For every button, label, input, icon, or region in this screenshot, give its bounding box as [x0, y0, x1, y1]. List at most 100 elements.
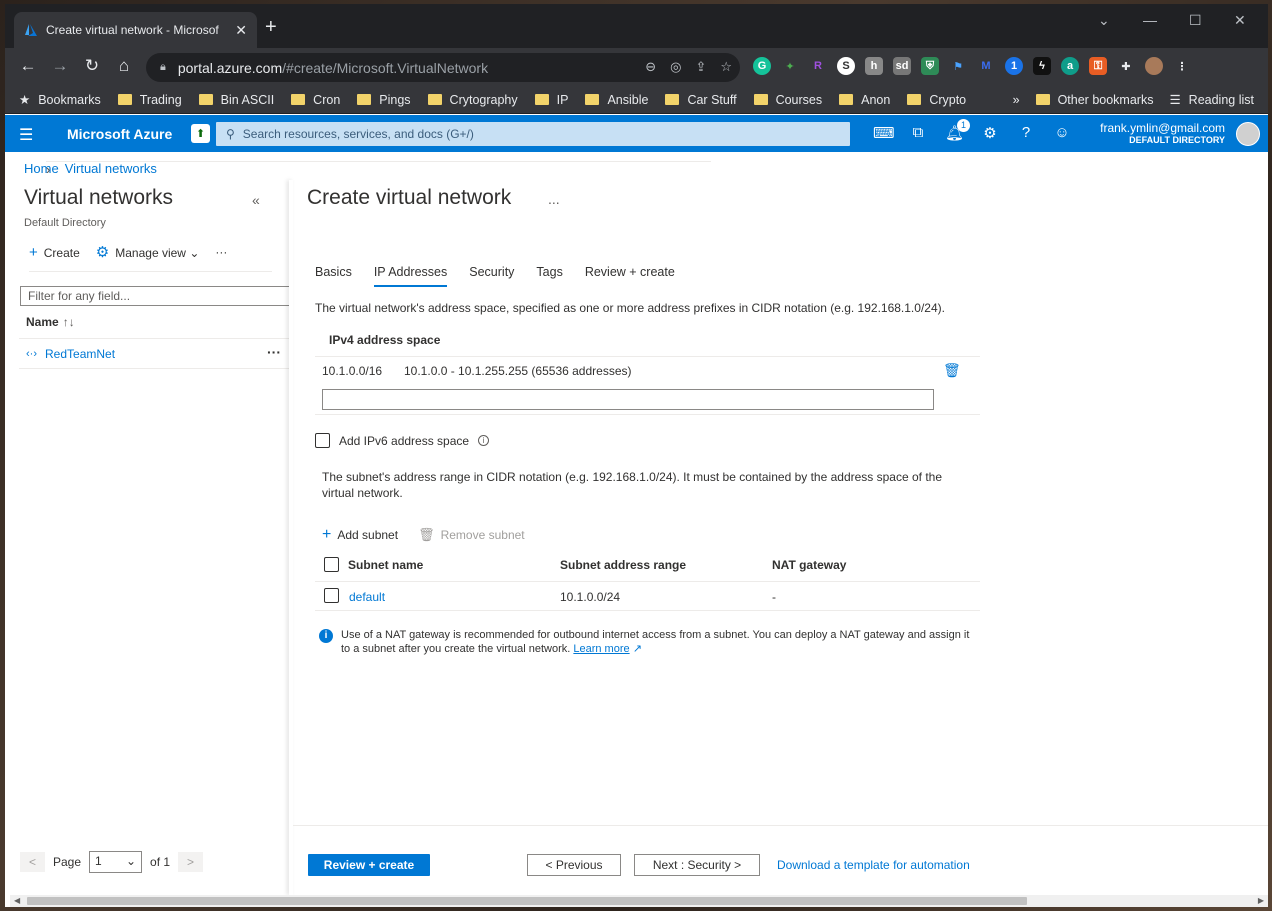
settings-gear-icon[interactable]: ⚙: [981, 124, 999, 142]
chevron-down-icon[interactable]: ⌄: [1098, 12, 1110, 29]
bookmark-item[interactable]: ★ Bookmarks: [19, 92, 101, 108]
bird-extension-icon[interactable]: ✦: [781, 57, 799, 75]
notifications-icon[interactable]: 🔔︎ 1: [945, 119, 970, 142]
address-bar[interactable]: 🔒︎ portal.azure.com /#create/Microsoft.V…: [146, 53, 740, 82]
collapse-icon[interactable]: «: [252, 192, 260, 208]
manage-view-button[interactable]: ⚙ Manage view ⌄: [96, 243, 200, 261]
tab-review-create[interactable]: Review + create: [585, 265, 675, 287]
r-extension-icon[interactable]: R: [809, 57, 827, 75]
s-extension-icon[interactable]: S: [837, 57, 855, 75]
feedback-icon[interactable]: ☺: [1053, 124, 1071, 142]
bookmark-folder[interactable]: IP: [534, 93, 568, 107]
h-extension-icon[interactable]: h: [865, 57, 883, 75]
bookmark-folder[interactable]: Courses: [753, 93, 822, 107]
bookmarks-overflow[interactable]: »: [1013, 93, 1020, 107]
prev-page-button[interactable]: <: [20, 852, 45, 872]
ipv6-checkbox[interactable]: [315, 433, 330, 448]
bookmark-folder[interactable]: Bin ASCII: [198, 93, 274, 107]
cloud-shell-icon[interactable]: ⌨: [873, 124, 895, 142]
tab-basics[interactable]: Basics: [315, 265, 352, 287]
bookmark-folder[interactable]: Anon: [839, 93, 890, 107]
create-button[interactable]: + Create: [29, 244, 80, 261]
bookmark-folder[interactable]: Ansible: [585, 93, 648, 107]
new-tab-icon[interactable]: +: [265, 16, 277, 39]
add-subnet-button[interactable]: + Add subnet: [322, 526, 398, 544]
learn-more-link[interactable]: Learn more: [573, 643, 629, 655]
hamburger-menu-icon[interactable]: ☰: [19, 125, 33, 145]
chevron-down-icon: ⌄: [189, 246, 200, 260]
share-icon[interactable]: ⇪: [695, 59, 706, 75]
sd-extension-icon[interactable]: sd: [893, 57, 911, 75]
subnet-name-link[interactable]: default: [349, 590, 385, 604]
row-more-icon[interactable]: ···: [267, 344, 281, 360]
tab-ip-addresses[interactable]: IP Addresses: [373, 265, 448, 287]
list-item[interactable]: ‹·› RedTeamNet: [26, 347, 115, 361]
other-bookmarks[interactable]: Other bookmarks: [1035, 93, 1153, 107]
remove-subnet-button[interactable]: 🗑︎ Remove subnet: [418, 527, 525, 543]
bolt-extension-icon[interactable]: ϟ: [1033, 57, 1051, 75]
review-create-button[interactable]: Review + create: [308, 854, 430, 876]
forward-icon[interactable]: →: [49, 56, 71, 76]
horizontal-scrollbar[interactable]: ◀ ▶: [10, 895, 1268, 907]
bookmark-folder[interactable]: Cron: [291, 93, 340, 107]
m-extension-icon[interactable]: M: [977, 57, 995, 75]
new-address-space-input[interactable]: [322, 389, 934, 410]
vnet-name-link[interactable]: RedTeamNet: [45, 347, 115, 361]
sort-icon: ↑↓: [62, 315, 75, 329]
row-checkbox[interactable]: [324, 588, 339, 603]
home-icon[interactable]: ⌂: [113, 56, 135, 76]
directory-filter-icon[interactable]: ⧉: [909, 124, 927, 142]
next-security-button[interactable]: Next : Security >: [634, 854, 760, 876]
next-page-button[interactable]: >: [178, 852, 204, 872]
help-icon[interactable]: ?: [1017, 124, 1035, 142]
bookmark-folder[interactable]: Crypto: [907, 93, 966, 107]
tracking-off-icon[interactable]: ◎: [670, 59, 681, 75]
select-all-checkbox[interactable]: [324, 557, 339, 572]
minimize-icon[interactable]: —: [1143, 12, 1157, 28]
previous-button[interactable]: < Previous: [527, 854, 621, 876]
page-select[interactable]: 1 ⌄: [89, 851, 143, 873]
tab-tags[interactable]: Tags: [536, 265, 562, 287]
shield-extension-icon[interactable]: ⛨: [921, 57, 939, 75]
back-icon[interactable]: ←: [17, 56, 39, 76]
reading-list[interactable]: ☰ Reading list: [1169, 92, 1254, 108]
profile-avatar[interactable]: [1145, 57, 1163, 75]
star-icon[interactable]: ☆: [720, 59, 732, 75]
tab-security[interactable]: Security: [469, 265, 514, 287]
folder-icon: [753, 94, 768, 105]
global-search-input[interactable]: ⚲ Search resources, services, and docs (…: [216, 122, 850, 146]
account-menu[interactable]: frank.ymlin@gmail.com DEFAULT DIRECTORY: [1100, 121, 1225, 145]
a-extension-icon[interactable]: a: [1061, 57, 1079, 75]
close-tab-icon[interactable]: ✕: [235, 22, 247, 39]
puzzle-icon[interactable]: ✚: [1117, 57, 1135, 75]
bookmark-folder[interactable]: Trading: [117, 93, 182, 107]
browser-tab[interactable]: Create virtual network - Microsof ✕: [14, 12, 257, 48]
reload-icon[interactable]: ↻: [81, 56, 103, 76]
more-options-icon[interactable]: ...: [548, 191, 560, 207]
azure-brand[interactable]: Microsoft Azure: [67, 126, 172, 142]
scrollbar-thumb[interactable]: [27, 897, 1027, 905]
info-icon[interactable]: i: [478, 435, 490, 446]
close-window-icon[interactable]: ✕: [1234, 12, 1246, 29]
grammarly-extension-icon[interactable]: G: [753, 57, 771, 75]
password-extension-icon[interactable]: 1: [1005, 57, 1023, 75]
bookmark-folder[interactable]: Car Stuff: [665, 93, 737, 107]
folder-icon: [198, 94, 213, 105]
bookmark-folder[interactable]: Pings: [357, 93, 411, 107]
download-template-link[interactable]: Download a template for automation: [777, 858, 970, 872]
tab-strip: Create virtual network - Microsof ✕ + ⌄ …: [5, 4, 1268, 48]
bookmark-folder[interactable]: Crytography: [427, 93, 518, 107]
filter-input[interactable]: Filter for any field...: [20, 286, 290, 306]
more-options-icon[interactable]: ···: [215, 245, 227, 259]
maximize-icon[interactable]: ☐: [1189, 12, 1202, 29]
scroll-left-icon[interactable]: ◀: [14, 895, 20, 907]
zoom-icon[interactable]: ⊖: [645, 59, 656, 75]
avatar[interactable]: [1236, 122, 1260, 146]
scroll-right-icon[interactable]: ▶: [1258, 895, 1264, 907]
figure-extension-icon[interactable]: ⚑: [949, 57, 967, 75]
delete-icon[interactable]: 🗑︎: [943, 362, 961, 379]
lock-extension-icon[interactable]: ⚿: [1089, 57, 1107, 75]
more-menu-icon[interactable]: ⋮: [1173, 57, 1191, 75]
name-column-header[interactable]: Name ↑↓: [26, 315, 75, 329]
upgrade-icon[interactable]: ⬆: [191, 124, 210, 143]
